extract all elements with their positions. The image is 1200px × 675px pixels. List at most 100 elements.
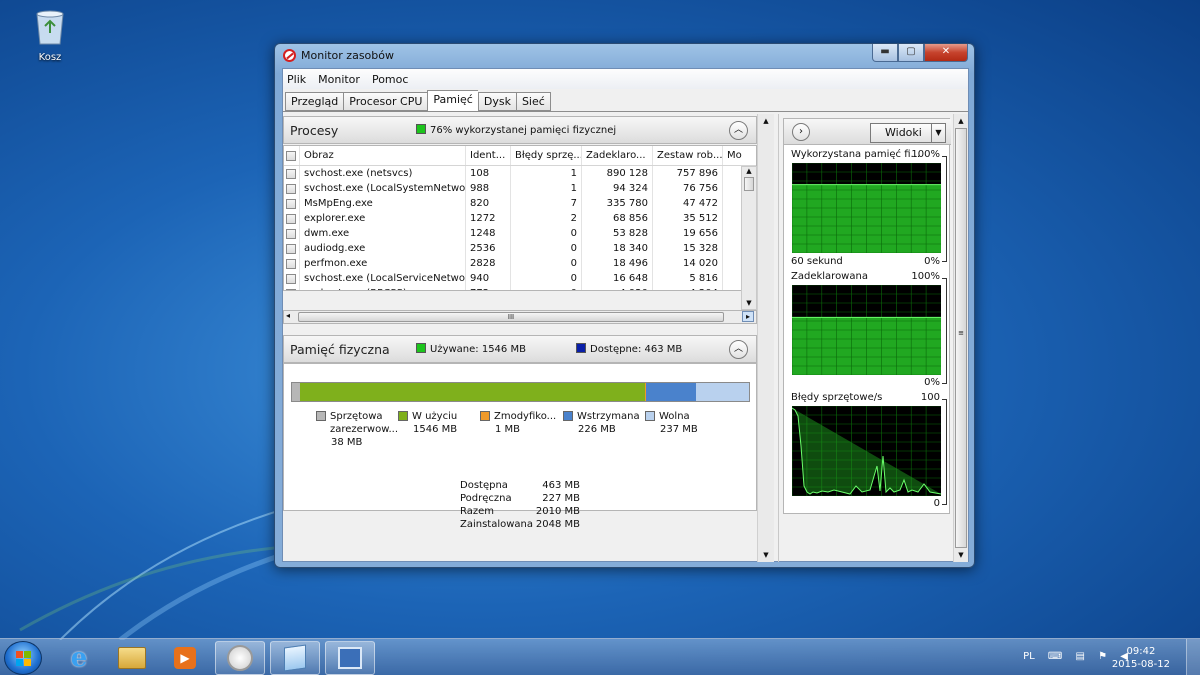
row-checkbox[interactable] bbox=[286, 258, 296, 269]
chart-physical-memory-graph bbox=[792, 163, 941, 253]
left-scroll-down-icon[interactable]: ▼ bbox=[758, 551, 774, 559]
right-scroll-up-icon[interactable]: ▲ bbox=[954, 117, 968, 125]
graphs-pane: › Widoki ▼ Wykorzystana pamięć fi... 100… bbox=[778, 114, 968, 562]
taskbar-internet-explorer[interactable]: e bbox=[54, 641, 104, 675]
process-row[interactable]: perfmon.exe 2828 0 18 496 14 020 bbox=[284, 256, 756, 271]
column-pid[interactable]: Ident... bbox=[466, 146, 511, 165]
tray-flag-icon[interactable]: ⚑ bbox=[1098, 651, 1107, 662]
row-checkbox[interactable] bbox=[286, 288, 296, 290]
taskbar-media-player[interactable]: ▶ bbox=[160, 641, 210, 675]
process-row[interactable]: audiodg.exe 2536 0 18 340 15 328 bbox=[284, 241, 756, 256]
expand-graphs-arrow-icon[interactable]: › bbox=[792, 123, 810, 141]
graphs-pane-scrollbar[interactable]: ▲ ≡ ▼ bbox=[953, 114, 968, 562]
collapse-physical-memory-chevron-icon[interactable]: ︿ bbox=[729, 340, 748, 359]
tray-network-icon[interactable]: ▤ bbox=[1076, 651, 1085, 662]
row-checkbox[interactable] bbox=[286, 228, 296, 239]
tab-overview[interactable]: Przegląd bbox=[285, 92, 344, 111]
window-client-area: Plik Monitor Pomoc Przegląd Procesor CPU… bbox=[282, 68, 969, 562]
scroll-up-arrow-icon[interactable]: ▲ bbox=[742, 167, 756, 175]
physical-memory-header[interactable]: Pamięć fizyczna Używane: 1546 MB Dostępn… bbox=[283, 335, 757, 363]
tab-memory[interactable]: Pamięć bbox=[427, 90, 478, 112]
legend-value: 1 MB bbox=[495, 424, 521, 435]
column-image[interactable]: Obraz bbox=[300, 146, 466, 165]
legend-swatch bbox=[398, 411, 408, 421]
scroll-left-arrow-icon[interactable]: ◂ bbox=[286, 311, 290, 320]
windows-logo-icon bbox=[16, 651, 32, 666]
left-scroll-up-icon[interactable]: ▲ bbox=[758, 117, 774, 125]
row-checkbox[interactable] bbox=[286, 213, 296, 224]
show-desktop-button[interactable] bbox=[1186, 639, 1200, 675]
resource-monitor-app-icon[interactable] bbox=[283, 49, 296, 62]
minimize-button[interactable]: ▬ bbox=[872, 44, 898, 62]
process-hard-faults: 0 bbox=[511, 226, 582, 241]
process-name: perfmon.exe bbox=[300, 256, 466, 271]
process-row[interactable]: svchost.exe (RPCSS)77204 9204 204 bbox=[284, 286, 756, 290]
column-working-set[interactable]: Zestaw rob... bbox=[653, 146, 723, 165]
process-hard-faults: 0 bbox=[511, 241, 582, 256]
process-row[interactable]: explorer.exe 1272 2 68 856 35 512 bbox=[284, 211, 756, 226]
maximize-button[interactable]: ▢ bbox=[898, 44, 924, 62]
row-checkbox[interactable] bbox=[286, 168, 296, 179]
legend-swatch bbox=[645, 411, 655, 421]
process-hard-faults: 0 bbox=[511, 286, 582, 290]
process-row[interactable]: svchost.exe (LocalSystemNetwork...988194… bbox=[284, 181, 756, 196]
row-checkbox[interactable] bbox=[286, 273, 296, 284]
tab-disk[interactable]: Dysk bbox=[477, 92, 516, 111]
collapse-processes-chevron-icon[interactable]: ︿ bbox=[729, 121, 748, 140]
row-checkbox[interactable] bbox=[286, 198, 296, 209]
title-bar[interactable]: Monitor zasobów ▬ ▢ ✕ bbox=[275, 44, 974, 66]
process-table-scrollbar[interactable]: ▲ ▼ bbox=[741, 166, 757, 310]
tray-keyboard-icon[interactable]: ⌨ bbox=[1048, 651, 1062, 662]
memory-bar-segment-free bbox=[696, 383, 749, 401]
tab-network[interactable]: Sieć bbox=[515, 92, 551, 111]
chart-physical-memory-max: 100% bbox=[911, 149, 940, 160]
process-commit: 94 324 bbox=[582, 181, 653, 196]
language-indicator[interactable]: PL bbox=[1023, 651, 1035, 662]
left-pane: Procesy 76% wykorzystanej pamięci fizycz… bbox=[283, 114, 774, 562]
process-row[interactable]: dwm.exe 1248 0 53 828 19 656 bbox=[284, 226, 756, 241]
dropdown-arrow-icon[interactable]: ▼ bbox=[931, 124, 945, 142]
views-dropdown[interactable]: Widoki ▼ bbox=[870, 123, 946, 143]
column-commit[interactable]: Zadeklaro... bbox=[582, 146, 653, 165]
menu-file[interactable]: Plik bbox=[287, 73, 306, 86]
taskbar-performance-monitor[interactable] bbox=[215, 641, 265, 675]
process-row[interactable]: MsMpEng.exe 820 7 335 780 47 472 bbox=[284, 196, 756, 211]
process-working-set: 35 512 bbox=[653, 211, 723, 226]
recycle-bin-icon bbox=[36, 10, 64, 45]
process-name: audiodg.exe bbox=[300, 241, 466, 256]
scroll-right-arrow-icon[interactable]: ▸ bbox=[742, 311, 754, 322]
recycle-bin-desktop-icon[interactable]: Kosz bbox=[22, 6, 78, 63]
taskbar-explorer[interactable] bbox=[107, 641, 157, 675]
right-scrollbar-thumb[interactable]: ≡ bbox=[955, 128, 967, 548]
scroll-down-arrow-icon[interactable]: ▼ bbox=[742, 299, 756, 307]
right-scroll-down-icon[interactable]: ▼ bbox=[954, 551, 968, 559]
hscroll-thumb[interactable]: III bbox=[298, 312, 724, 322]
row-checkbox[interactable] bbox=[286, 183, 296, 194]
select-all-checkbox[interactable] bbox=[286, 150, 296, 161]
row-checkbox[interactable] bbox=[286, 243, 296, 254]
menu-monitor[interactable]: Monitor bbox=[318, 73, 360, 86]
column-shareable[interactable]: Mo bbox=[723, 146, 750, 165]
tab-cpu[interactable]: Procesor CPU bbox=[343, 92, 428, 111]
left-pane-scrollbar[interactable]: ▲ ▼ bbox=[757, 114, 774, 562]
close-button[interactable]: ✕ bbox=[924, 44, 968, 62]
graphs-toolbar: › Widoki ▼ bbox=[784, 119, 951, 145]
processes-header[interactable]: Procesy 76% wykorzystanej pamięci fizycz… bbox=[283, 116, 757, 144]
scrollbar-thumb[interactable] bbox=[744, 177, 754, 191]
process-row[interactable]: svchost.exe (netsvcs) 108 1 890 128 757 896 bbox=[284, 166, 756, 181]
taskbar-notepad[interactable] bbox=[270, 641, 320, 675]
memory-stat-label: Podręczna bbox=[460, 493, 512, 504]
process-table-hscrollbar[interactable]: ◂ III ▸ bbox=[283, 310, 757, 324]
process-pid: 2536 bbox=[466, 241, 511, 256]
control-panel-icon bbox=[338, 647, 362, 669]
process-row[interactable]: svchost.exe (LocalServiceNetwork...94001… bbox=[284, 271, 756, 286]
menu-help[interactable]: Pomoc bbox=[372, 73, 408, 86]
menu-bar: Plik Monitor Pomoc bbox=[283, 69, 968, 89]
taskbar-control-panel[interactable] bbox=[325, 641, 375, 675]
column-hard-faults[interactable]: Błędy sprzę... bbox=[511, 146, 582, 165]
start-button[interactable] bbox=[4, 641, 42, 675]
memory-stat-label: Zainstalowana bbox=[460, 519, 534, 530]
process-name: svchost.exe (LocalSystemNetwork... bbox=[300, 181, 466, 196]
clock[interactable]: 09:42 2015-08-12 bbox=[1112, 645, 1170, 671]
process-hard-faults: 1 bbox=[511, 166, 582, 181]
